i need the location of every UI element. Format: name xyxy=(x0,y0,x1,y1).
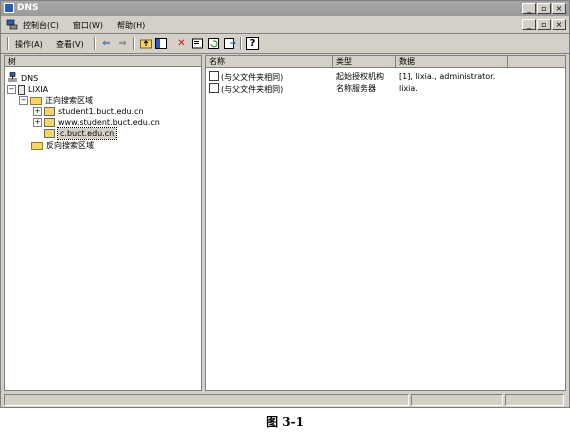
record-data-cell: lixia. xyxy=(399,84,418,93)
tree-label: 正向搜索区域 xyxy=(45,96,93,105)
expand-icon[interactable]: + xyxy=(33,118,42,127)
export-list-icon[interactable] xyxy=(223,37,236,50)
child-restore-button[interactable]: ▫ xyxy=(537,19,551,30)
details-pane: 名称 类型 数据 (与父文件夹相同) 起始授权机构 [1], lixia., a… xyxy=(205,55,566,391)
forward-arrow-icon[interactable]: ⇒ xyxy=(116,37,129,50)
menu-window[interactable]: 窗口(W) xyxy=(73,20,103,31)
column-type[interactable]: 类型 xyxy=(333,56,396,68)
status-cell xyxy=(505,394,564,406)
tree-label: www.student.buct.edu.cn xyxy=(58,118,160,127)
toolbar-grip xyxy=(7,37,9,50)
toolbar-separator xyxy=(94,37,96,50)
tree-header: 树 xyxy=(5,56,201,67)
record-row[interactable]: (与父文件夹相同) 名称服务器 lixia. xyxy=(206,83,565,94)
tree-item-reverse-zones[interactable]: 反向搜索区域 xyxy=(31,140,94,151)
toolbar-separator xyxy=(240,37,242,50)
action-menu[interactable]: 操作(A) xyxy=(15,39,43,50)
title-bar: DNS _ ▫ × xyxy=(1,1,569,16)
view-menu[interactable]: 查看(V) xyxy=(56,39,84,50)
help-icon[interactable]: ? xyxy=(246,37,259,50)
column-name[interactable]: 名称 xyxy=(206,56,333,68)
collapse-icon[interactable]: − xyxy=(7,85,16,94)
toolbar-separator xyxy=(133,37,135,50)
menu-console[interactable]: 控制台(C) xyxy=(23,20,59,31)
status-cell xyxy=(411,394,503,406)
record-icon xyxy=(209,83,219,93)
zone-icon xyxy=(44,118,55,127)
zone-icon xyxy=(44,107,55,116)
delete-icon[interactable]: ✕ xyxy=(175,37,188,50)
tree-item-dns[interactable]: DNS xyxy=(7,72,39,84)
tree-label: c.buct.edu.cn xyxy=(56,127,118,140)
tree-label: LIXIA xyxy=(28,85,49,94)
collapse-icon[interactable]: − xyxy=(19,96,28,105)
server-icon xyxy=(18,84,25,95)
menu-bar: 控制台(C) 窗口(W) 帮助(H) _ ▫ × xyxy=(1,16,569,34)
console-icon xyxy=(6,19,18,30)
back-arrow-icon[interactable]: ⇐ xyxy=(100,37,113,50)
toolbar: 操作(A) 查看(V) ⇐ ⇒ ✕ ? xyxy=(1,34,569,54)
tree-label: student1.buct.edu.cn xyxy=(58,107,144,116)
dns-app-icon xyxy=(4,3,14,13)
status-cell xyxy=(4,394,409,406)
record-name-cell: (与父文件夹相同) xyxy=(209,83,283,95)
record-type-cell: 起始授权机构 xyxy=(336,72,384,81)
record-icon xyxy=(209,71,219,81)
tree-item-zone[interactable]: + student1.buct.edu.cn xyxy=(33,106,144,117)
child-close-button[interactable]: × xyxy=(552,19,566,30)
tree-label: 反向搜索区域 xyxy=(46,141,94,150)
properties-icon[interactable] xyxy=(191,37,204,50)
record-type-cell: 名称服务器 xyxy=(336,84,376,93)
expand-icon[interactable]: + xyxy=(33,107,42,116)
folder-icon xyxy=(31,141,43,150)
tree-item-zone-selected[interactable]: c.buct.edu.cn xyxy=(44,127,118,140)
column-header-row: 名称 类型 数据 xyxy=(206,56,565,68)
record-name-cell: (与父文件夹相同) xyxy=(209,71,283,83)
tree-item-forward-zones[interactable]: − 正向搜索区域 xyxy=(19,95,93,106)
column-data[interactable]: 数据 xyxy=(396,56,508,68)
record-row[interactable]: (与父文件夹相同) 起始授权机构 [1], lixia., administra… xyxy=(206,71,565,82)
show-tree-icon[interactable] xyxy=(154,37,167,50)
child-minimize-button[interactable]: _ xyxy=(522,19,536,30)
close-button[interactable]: × xyxy=(552,3,566,14)
column-filler xyxy=(508,56,565,68)
tree-item-lixia[interactable]: − LIXIA xyxy=(7,84,48,95)
record-data-cell: [1], lixia., administrator. xyxy=(399,72,496,81)
menu-help[interactable]: 帮助(H) xyxy=(117,20,145,31)
mmc-window: DNS _ ▫ × 控制台(C) 窗口(W) 帮助(H) _ ▫ × 操作(A)… xyxy=(0,0,570,408)
refresh-icon[interactable] xyxy=(207,37,220,50)
tree-item-zone[interactable]: + www.student.buct.edu.cn xyxy=(33,117,160,128)
window-title: DNS xyxy=(17,3,39,13)
tree-pane: 树 DNS − LIXIA − 正向搜索区域 + student1.buct.e… xyxy=(4,55,202,391)
zone-icon xyxy=(44,129,55,138)
tree-label: DNS xyxy=(21,74,39,83)
restore-button[interactable]: ▫ xyxy=(537,3,551,14)
figure-caption: 图 3-1 xyxy=(266,415,304,429)
status-bar xyxy=(4,394,566,406)
up-folder-icon[interactable] xyxy=(139,37,152,50)
folder-icon xyxy=(30,96,42,105)
minimize-button[interactable]: _ xyxy=(522,3,536,14)
